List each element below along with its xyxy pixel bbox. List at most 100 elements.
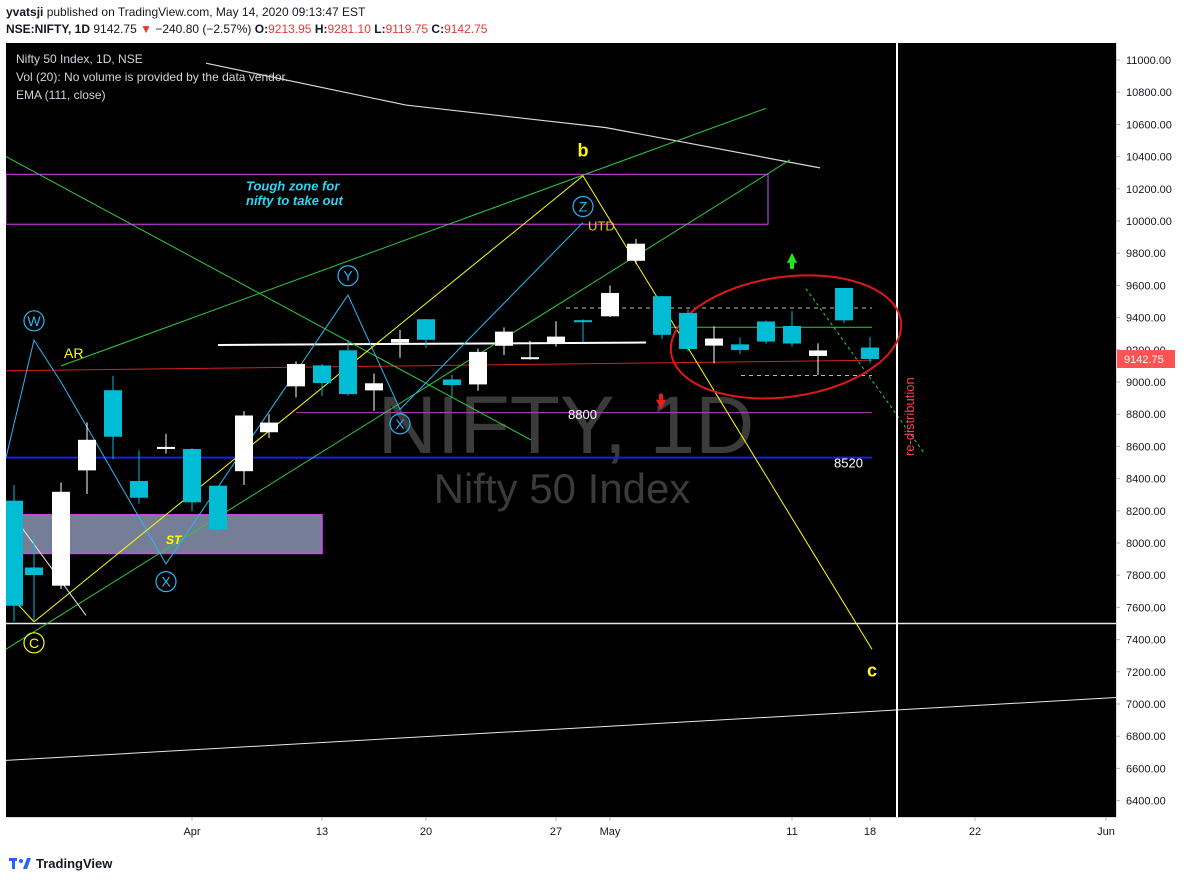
candle-body (547, 336, 565, 344)
ohlc-header: NSE:NIFTY, 1D 9142.75 ▼ −240.80 (−2.57%)… (6, 22, 487, 36)
publisher-name[interactable]: yvatsji (6, 5, 43, 19)
price-tick-label: 6600.00 (1126, 763, 1166, 775)
label-8520: 8520 (834, 455, 863, 470)
high-value: 9281.10 (327, 22, 371, 36)
price-tick-label: 7800.00 (1126, 570, 1166, 582)
candle (52, 482, 70, 590)
low-value: 9119.75 (385, 22, 429, 36)
price-tick-label: 8200.00 (1126, 506, 1166, 518)
fib-label-c-end: c (867, 661, 877, 681)
wave-label-w: W (27, 313, 41, 329)
tough-zone-box (5, 173, 769, 225)
candle-body (183, 448, 201, 503)
green-up-arrow-stem (790, 262, 794, 269)
candle-body (365, 383, 383, 391)
price-tick-label: 8800.00 (1126, 409, 1166, 421)
candle-body (235, 415, 253, 472)
wave-label-x-upper: X (395, 416, 405, 432)
candle (861, 336, 879, 363)
candle-body (157, 446, 175, 449)
last-price: 9142.75 (93, 22, 137, 36)
published-text: published on TradingView.com, May 14, 20… (46, 5, 366, 19)
change-value: −240.80 (−2.57%) (155, 22, 252, 36)
candle (183, 448, 201, 512)
price-tick-label: 10400.00 (1126, 152, 1172, 164)
candle-body (209, 485, 227, 530)
price-tick-label: 8400.00 (1126, 474, 1166, 486)
candle (757, 320, 775, 344)
chart-canvas[interactable]: NIFTY, 1D Nifty 50 Index WXYXZCbcARSTUTD… (5, 43, 1117, 817)
candle (601, 285, 619, 317)
price-tick-label: 6800.00 (1126, 731, 1166, 743)
label-ar: AR (64, 345, 83, 361)
symbol-name: NSE:NIFTY, 1D (6, 22, 91, 36)
label-8800: 8800 (568, 407, 597, 422)
time-tick-label: May (600, 826, 621, 838)
candle-body (835, 287, 853, 321)
time-tick-label: Jun (1097, 826, 1115, 838)
ema-line (205, 62, 821, 169)
candle (469, 348, 487, 391)
candle-body (25, 567, 43, 576)
legend-ema[interactable]: EMA (111, close) (16, 88, 106, 102)
candle (705, 326, 723, 364)
price-tick-label: 7000.00 (1126, 699, 1166, 711)
time-tick-label: 13 (316, 826, 328, 838)
zone-note-line2: nifty to take out (246, 193, 343, 208)
candle (731, 337, 749, 354)
open-value: 9213.95 (268, 22, 312, 36)
candle-body (731, 344, 749, 350)
lower-trendline (5, 697, 1117, 761)
candle (627, 238, 645, 265)
candle-body (627, 243, 645, 261)
price-tick-label: 7400.00 (1126, 635, 1166, 647)
wave-label-x-lower: X (161, 574, 171, 590)
price-tick-label: 7600.00 (1126, 602, 1166, 614)
price-tick-label: 8600.00 (1126, 441, 1166, 453)
candle (495, 327, 513, 355)
candle (235, 411, 253, 486)
candle-body (313, 365, 331, 383)
price-axis[interactable]: 11000.00 10800.00 10600.00 10400.00 10200.00… (1115, 43, 1188, 817)
tradingview-logo-icon[interactable] (8, 855, 32, 871)
tradingview-brand[interactable]: TradingView (36, 856, 112, 871)
price-tick-label: 8000.00 (1126, 538, 1166, 550)
low-label: L: (374, 22, 386, 36)
wave-label-z: Z (579, 199, 588, 215)
time-axis[interactable]: Apr 13 20 27 May 11 18 22 Jun (6, 816, 1116, 847)
candle-body (260, 422, 278, 433)
candle-body (417, 319, 435, 340)
candle-body (104, 390, 122, 437)
price-tick-label: 10800.00 (1126, 87, 1172, 99)
price-tick-label: 9800.00 (1126, 248, 1166, 260)
chart-pane[interactable]: NIFTY, 1D Nifty 50 Index W X Y X Z Cb c AR ST UTD… (5, 43, 1117, 817)
time-tick-label: 11 (786, 826, 797, 838)
candle-body (861, 347, 879, 359)
change-arrow-icon: ▼ (140, 22, 152, 36)
price-tick-label: 10600.00 (1126, 119, 1172, 131)
candle-body (757, 321, 775, 342)
close-label: C: (431, 22, 445, 36)
legend-volume[interactable]: Vol (20): No volume is provided by the d… (16, 70, 288, 84)
price-tick-label: 6400.00 (1126, 796, 1166, 808)
price-tick-label: 9400.00 (1126, 313, 1166, 325)
green-up-arrow-icon (787, 252, 797, 263)
legend-title[interactable]: Nifty 50 Index, 1D, NSE (16, 52, 143, 66)
candle (547, 321, 565, 347)
candle-body (495, 331, 513, 346)
candle-body (809, 350, 827, 356)
candle (809, 343, 827, 375)
zone-note-line1: Tough zone for (246, 178, 340, 193)
price-axis-canvas[interactable]: 11000.00 10800.00 10600.00 10400.00 10200.00… (1115, 43, 1188, 817)
candle-body (391, 339, 409, 343)
candle-body (521, 357, 539, 360)
last-price-label: 9142.75 (1124, 354, 1164, 366)
high-label: H: (314, 22, 328, 36)
candle (78, 422, 96, 495)
price-tick-label: 10000.00 (1126, 216, 1172, 228)
watermark-name: Nifty 50 Index (434, 465, 691, 512)
candle (835, 287, 853, 324)
price-tick-label: 10200.00 (1126, 184, 1172, 196)
time-axis-canvas[interactable]: Apr 13 20 27 May 11 18 22 Jun (6, 816, 1116, 847)
fib-label-c-start: C (29, 635, 39, 651)
